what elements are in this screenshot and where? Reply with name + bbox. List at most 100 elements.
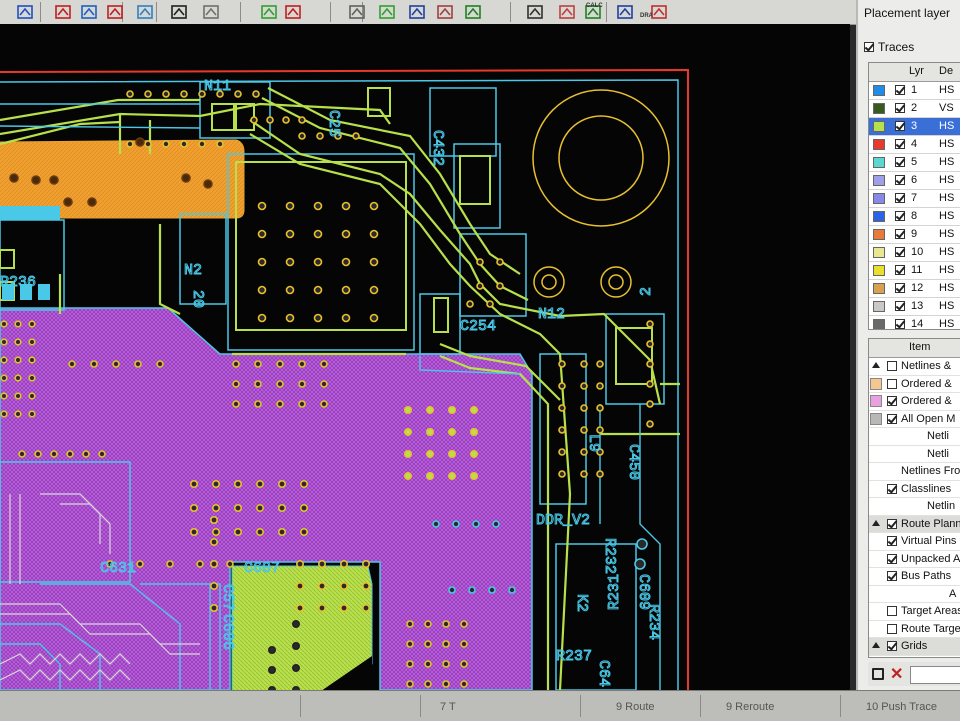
check-icon[interactable] xyxy=(462,1,484,22)
layer-color-swatch[interactable] xyxy=(873,85,885,96)
layer-row[interactable]: 14 HS xyxy=(869,316,960,329)
layer-color-swatch[interactable] xyxy=(873,103,885,114)
layer-visible-checkbox[interactable] xyxy=(895,301,905,311)
object-row[interactable]: Bus Paths xyxy=(869,568,960,586)
object-row[interactable]: Target Areas xyxy=(869,603,960,621)
object-visible-checkbox[interactable] xyxy=(887,518,897,529)
layer-color-swatch[interactable] xyxy=(873,175,885,186)
object-visible-checkbox[interactable] xyxy=(887,413,897,424)
palette-icon[interactable] xyxy=(434,1,456,22)
layer-visible-checkbox[interactable] xyxy=(895,85,905,95)
layers-icon[interactable] xyxy=(376,1,398,22)
layer-color-swatch[interactable] xyxy=(873,121,885,132)
layer-visible-checkbox[interactable] xyxy=(895,283,905,293)
layer-color-swatch[interactable] xyxy=(873,229,885,240)
wand-icon[interactable] xyxy=(258,1,280,22)
layer-visible-checkbox[interactable] xyxy=(895,265,905,275)
layer-visible-checkbox[interactable] xyxy=(895,103,905,113)
layer-row[interactable]: 13 HS xyxy=(869,298,960,316)
cross-probe-icon[interactable] xyxy=(168,1,190,22)
object-row[interactable]: Classlines xyxy=(869,481,960,498)
object-visible-checkbox[interactable] xyxy=(887,536,897,546)
fanout-icon[interactable] xyxy=(52,1,74,22)
layer-row[interactable]: 5 HS xyxy=(869,154,960,172)
object-row[interactable]: Grids xyxy=(869,638,960,656)
object-row[interactable]: Jumper xyxy=(869,656,960,658)
object-row[interactable]: Ordered & xyxy=(869,393,960,411)
collapse-arrow-icon[interactable] xyxy=(872,519,880,526)
layer-visible-checkbox[interactable] xyxy=(895,247,905,257)
component-icon[interactable] xyxy=(78,1,100,22)
close-icon[interactable]: ✕ xyxy=(890,664,903,684)
layer-color-swatch[interactable] xyxy=(873,211,885,222)
layer-visible-checkbox[interactable] xyxy=(895,121,905,131)
pcb-canvas[interactable]: N11 C25 R236 N2 20 C254 N12 2 C450 DDR_V… xyxy=(0,24,850,690)
layer-visible-checkbox[interactable] xyxy=(895,157,905,167)
object-row[interactable]: All Open M xyxy=(869,411,960,428)
object-visible-checkbox[interactable] xyxy=(887,606,897,616)
layer-color-swatch[interactable] xyxy=(873,319,885,329)
properties-icon[interactable] xyxy=(406,1,428,22)
object-row[interactable]: Netli xyxy=(869,446,960,463)
layer-color-swatch[interactable] xyxy=(873,193,885,204)
object-color-swatch[interactable] xyxy=(870,395,882,407)
layer-visible-checkbox[interactable] xyxy=(895,139,905,149)
object-row[interactable]: Netli xyxy=(869,428,960,446)
layer-row[interactable]: 6 HS xyxy=(869,172,960,190)
layer-row[interactable]: 7 HS xyxy=(869,190,960,208)
filter-input[interactable] xyxy=(910,666,960,684)
object-visible-checkbox[interactable] xyxy=(887,641,897,651)
via-icon[interactable] xyxy=(134,1,156,22)
object-visible-checkbox[interactable] xyxy=(887,623,897,634)
layer-visible-checkbox[interactable] xyxy=(895,175,905,185)
route-icon[interactable] xyxy=(14,1,36,22)
traces-toggle[interactable]: Traces xyxy=(864,38,914,56)
object-row[interactable]: A xyxy=(869,586,960,603)
layer-row[interactable]: 9 HS xyxy=(869,226,960,244)
layer-row[interactable]: 1 HS xyxy=(869,82,960,100)
object-visible-checkbox[interactable] xyxy=(887,396,897,406)
layer-visible-checkbox[interactable] xyxy=(895,319,905,329)
layer-color-swatch[interactable] xyxy=(873,283,885,294)
object-color-swatch[interactable] xyxy=(870,412,882,425)
layer-row[interactable]: 8 HS xyxy=(869,208,960,226)
calc-icon[interactable] xyxy=(556,1,578,22)
collapse-arrow-icon[interactable] xyxy=(872,362,880,368)
layer-visible-checkbox[interactable] xyxy=(895,193,905,203)
object-row[interactable]: Netlin xyxy=(869,498,960,516)
layer-row[interactable]: 2 VS xyxy=(869,100,960,118)
object-row[interactable]: Route Target xyxy=(869,621,960,638)
measure-icon[interactable] xyxy=(346,1,368,22)
layer-row[interactable]: 11 HS xyxy=(869,262,960,280)
layer-row[interactable]: 12 HS xyxy=(869,280,960,298)
layer-visible-checkbox[interactable] xyxy=(895,229,905,239)
select-icon[interactable] xyxy=(524,1,546,22)
object-row[interactable]: Ordered & xyxy=(869,376,960,393)
object-visible-checkbox[interactable] xyxy=(887,378,897,389)
layer-color-swatch[interactable] xyxy=(873,301,885,312)
object-row[interactable]: Unpacked A xyxy=(869,551,960,568)
layer-row[interactable]: 3 HS xyxy=(869,118,960,136)
object-row[interactable]: Virtual Pins xyxy=(869,533,960,551)
netline-icon[interactable] xyxy=(282,1,304,22)
object-row[interactable]: Route Plann xyxy=(869,515,960,533)
object-visible-checkbox[interactable] xyxy=(887,571,897,581)
layer-color-swatch[interactable] xyxy=(873,139,885,150)
object-visible-checkbox[interactable] xyxy=(887,361,897,371)
trace-icon[interactable] xyxy=(104,1,126,22)
collapse-arrow-icon[interactable] xyxy=(872,642,880,648)
layer-color-swatch[interactable] xyxy=(873,247,885,258)
object-visible-checkbox[interactable] xyxy=(887,483,897,494)
layer-row[interactable]: 10 HS xyxy=(869,244,960,262)
object-visible-checkbox[interactable] xyxy=(887,553,897,564)
object-color-swatch[interactable] xyxy=(870,377,882,390)
object-row[interactable]: Netlines Fro xyxy=(869,463,960,481)
object-row[interactable]: Netlines & xyxy=(869,358,960,376)
layer-row[interactable]: 4 HS xyxy=(869,136,960,154)
layer-color-swatch[interactable] xyxy=(873,157,885,168)
layer-color-swatch[interactable] xyxy=(873,265,885,276)
layer-visible-checkbox[interactable] xyxy=(895,211,905,221)
traces-checkbox[interactable] xyxy=(864,42,874,52)
split-icon[interactable] xyxy=(200,1,222,22)
dra-icon[interactable] xyxy=(614,1,636,22)
